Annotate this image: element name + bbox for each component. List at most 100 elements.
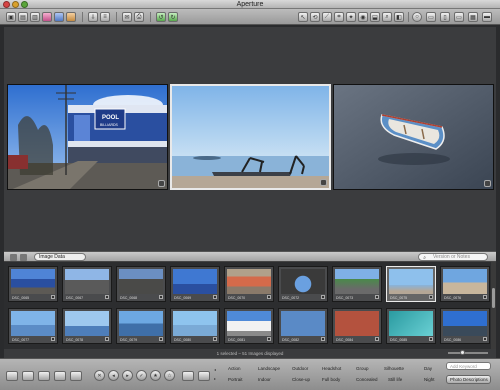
keyword-button[interactable]: Day	[424, 365, 432, 372]
keyword-button[interactable]: Headshot	[322, 365, 341, 372]
thumbnail[interactable]: DSC_0080	[170, 308, 220, 344]
keyword-button[interactable]: Outdoor	[292, 365, 308, 372]
rotate-right-icon[interactable]: ↻	[168, 12, 178, 22]
thumbnail[interactable]: DSC_0081	[224, 308, 274, 344]
add-keyword-input[interactable]: Add Keyword	[446, 362, 491, 370]
toolbar-divider	[116, 12, 117, 22]
image-badge-icon	[320, 179, 327, 186]
rating-2-icon[interactable]: ▸	[122, 370, 133, 381]
import-icon[interactable]: ⇩	[88, 12, 98, 22]
keyword-next-icon[interactable]: ▸	[214, 376, 216, 381]
rating-1-icon[interactable]: ◂	[108, 370, 119, 381]
browser-header: Image Data Version or Notes ⌕	[4, 251, 496, 262]
viewer-image-boat[interactable]	[333, 84, 494, 190]
thumbnail[interactable]: DSC_0082	[278, 308, 328, 344]
crop-tool-icon[interactable]: ⌗	[334, 12, 344, 22]
search-icon: ⌕	[423, 255, 426, 261]
book-icon[interactable]	[66, 12, 76, 22]
toolbar-divider	[82, 12, 83, 22]
thumbnail-size-slider[interactable]	[448, 350, 488, 355]
browser-toggle-icon[interactable]	[38, 371, 50, 381]
rotate-tool-icon[interactable]: ⟲	[310, 12, 320, 22]
thumbnail-selected[interactable]: DSC_0075	[386, 266, 436, 302]
inspector-icon[interactable]	[54, 371, 66, 381]
keyword-button[interactable]: Full body	[322, 376, 340, 383]
keyword-button[interactable]: Group	[356, 365, 369, 372]
stack-icon[interactable]: ≡	[100, 12, 110, 22]
keyword-button[interactable]: Night	[424, 376, 435, 383]
straighten-tool-icon[interactable]: ⟋	[322, 12, 332, 22]
next-image-icon[interactable]	[198, 371, 210, 381]
layout-filmstrip-icon[interactable]: ▭	[454, 12, 464, 22]
reject-icon[interactable]: ✕	[94, 370, 105, 381]
new-project-icon[interactable]: ▣	[6, 12, 16, 22]
list-view-icon[interactable]	[20, 254, 27, 261]
keyword-button[interactable]: Portrait	[228, 376, 243, 383]
metadata-view-select[interactable]: Image Data	[34, 253, 86, 261]
keyword-button[interactable]: Action	[228, 365, 241, 372]
viewer-image-seaside[interactable]	[170, 84, 331, 190]
keyword-button[interactable]: Still life	[388, 376, 402, 383]
rating-5-icon[interactable]: ☆	[164, 370, 175, 381]
web-gallery-icon[interactable]	[54, 12, 64, 22]
thumbnail[interactable]: DSC_0068	[116, 266, 166, 302]
svg-text:POOL: POOL	[102, 115, 119, 121]
keyword-button[interactable]: Silhouette	[384, 365, 404, 372]
projects-panel-icon[interactable]	[6, 371, 18, 381]
layout-split-icon[interactable]: ▯	[440, 12, 450, 22]
toolbar-divider	[150, 12, 151, 22]
image-badge-icon	[158, 180, 165, 187]
image-badge-icon	[484, 180, 491, 187]
layout-viewer-icon[interactable]: ▬	[482, 12, 492, 22]
keyword-button[interactable]: Landscape	[258, 365, 280, 372]
red-eye-icon[interactable]: ◉	[358, 12, 368, 22]
viewer-image-building[interactable]: POOL BILLIARDS	[7, 84, 168, 190]
thumbnail[interactable]: DSC_0067	[62, 266, 112, 302]
thumbnail[interactable]: DSC_0084	[332, 308, 382, 344]
thumbnail[interactable]: DSC_0078	[62, 308, 112, 344]
thumbnail[interactable]: DSC_0070	[224, 266, 274, 302]
keyword-preset-select[interactable]: Photo Descriptions	[446, 375, 491, 384]
new-album-icon[interactable]: ▤	[18, 12, 28, 22]
thumbnail[interactable]: DSC_0072	[278, 266, 328, 302]
rating-3-icon[interactable]: ✓	[136, 370, 147, 381]
keyword-button[interactable]: Indoor	[258, 376, 271, 383]
selection-tool-icon[interactable]: ↖	[298, 12, 308, 22]
thumbnail[interactable]: DSC_0086	[440, 308, 490, 344]
title-bar: Aperture	[0, 0, 500, 9]
thumbnail[interactable]: DSC_0073	[332, 266, 382, 302]
thumbnail[interactable]: DSC_0065	[8, 266, 58, 302]
print-icon[interactable]: ⎙	[134, 12, 144, 22]
full-screen-icon[interactable]: ○	[412, 12, 422, 22]
keyword-button[interactable]: Concealed	[356, 376, 378, 383]
keyword-button[interactable]: Close-up	[292, 376, 310, 383]
thumbnail[interactable]: DSC_0076	[440, 266, 490, 302]
keyword-previous-icon[interactable]: ◂	[214, 367, 216, 372]
lift-stamp-icon[interactable]: ⬓	[370, 12, 380, 22]
email-icon[interactable]: ✉	[122, 12, 132, 22]
control-bar: ✕ ◂ ▸ ✓ ★ ☆ ◂ ▸ Action Landscape Outdoor…	[0, 358, 500, 390]
layout-grid-icon[interactable]: ▦	[468, 12, 478, 22]
thumbnail[interactable]: DSC_0085	[386, 308, 436, 344]
filmstrip-scrollbar[interactable]	[491, 262, 496, 358]
window-title: Aperture	[236, 1, 264, 8]
viewer-toggle-icon[interactable]	[22, 371, 34, 381]
grid-view-icon[interactable]	[10, 254, 17, 261]
spot-patch-icon[interactable]: ✦	[346, 12, 356, 22]
toolbar-divider	[408, 12, 409, 22]
rating-4-icon[interactable]: ★	[150, 370, 161, 381]
light-table-icon[interactable]	[42, 12, 52, 22]
loupe-icon[interactable]: ⌕	[382, 12, 392, 22]
new-smart-album-icon[interactable]: ▥	[30, 12, 40, 22]
scrollbar-thumb[interactable]	[492, 288, 495, 308]
metadata-icon[interactable]	[70, 371, 82, 381]
slider-knob[interactable]	[460, 350, 465, 355]
search-field[interactable]: Version or Notes	[418, 253, 488, 261]
thumbnail[interactable]: DSC_0079	[116, 308, 166, 344]
previous-image-icon[interactable]	[182, 371, 194, 381]
viewer-mode-icon[interactable]: ▭	[426, 12, 436, 22]
thumbnail[interactable]: DSC_0077	[8, 308, 58, 344]
rotate-left-icon[interactable]: ↺	[156, 12, 166, 22]
thumbnail[interactable]: DSC_0069	[170, 266, 220, 302]
adjustments-icon[interactable]: ◧	[394, 12, 404, 22]
